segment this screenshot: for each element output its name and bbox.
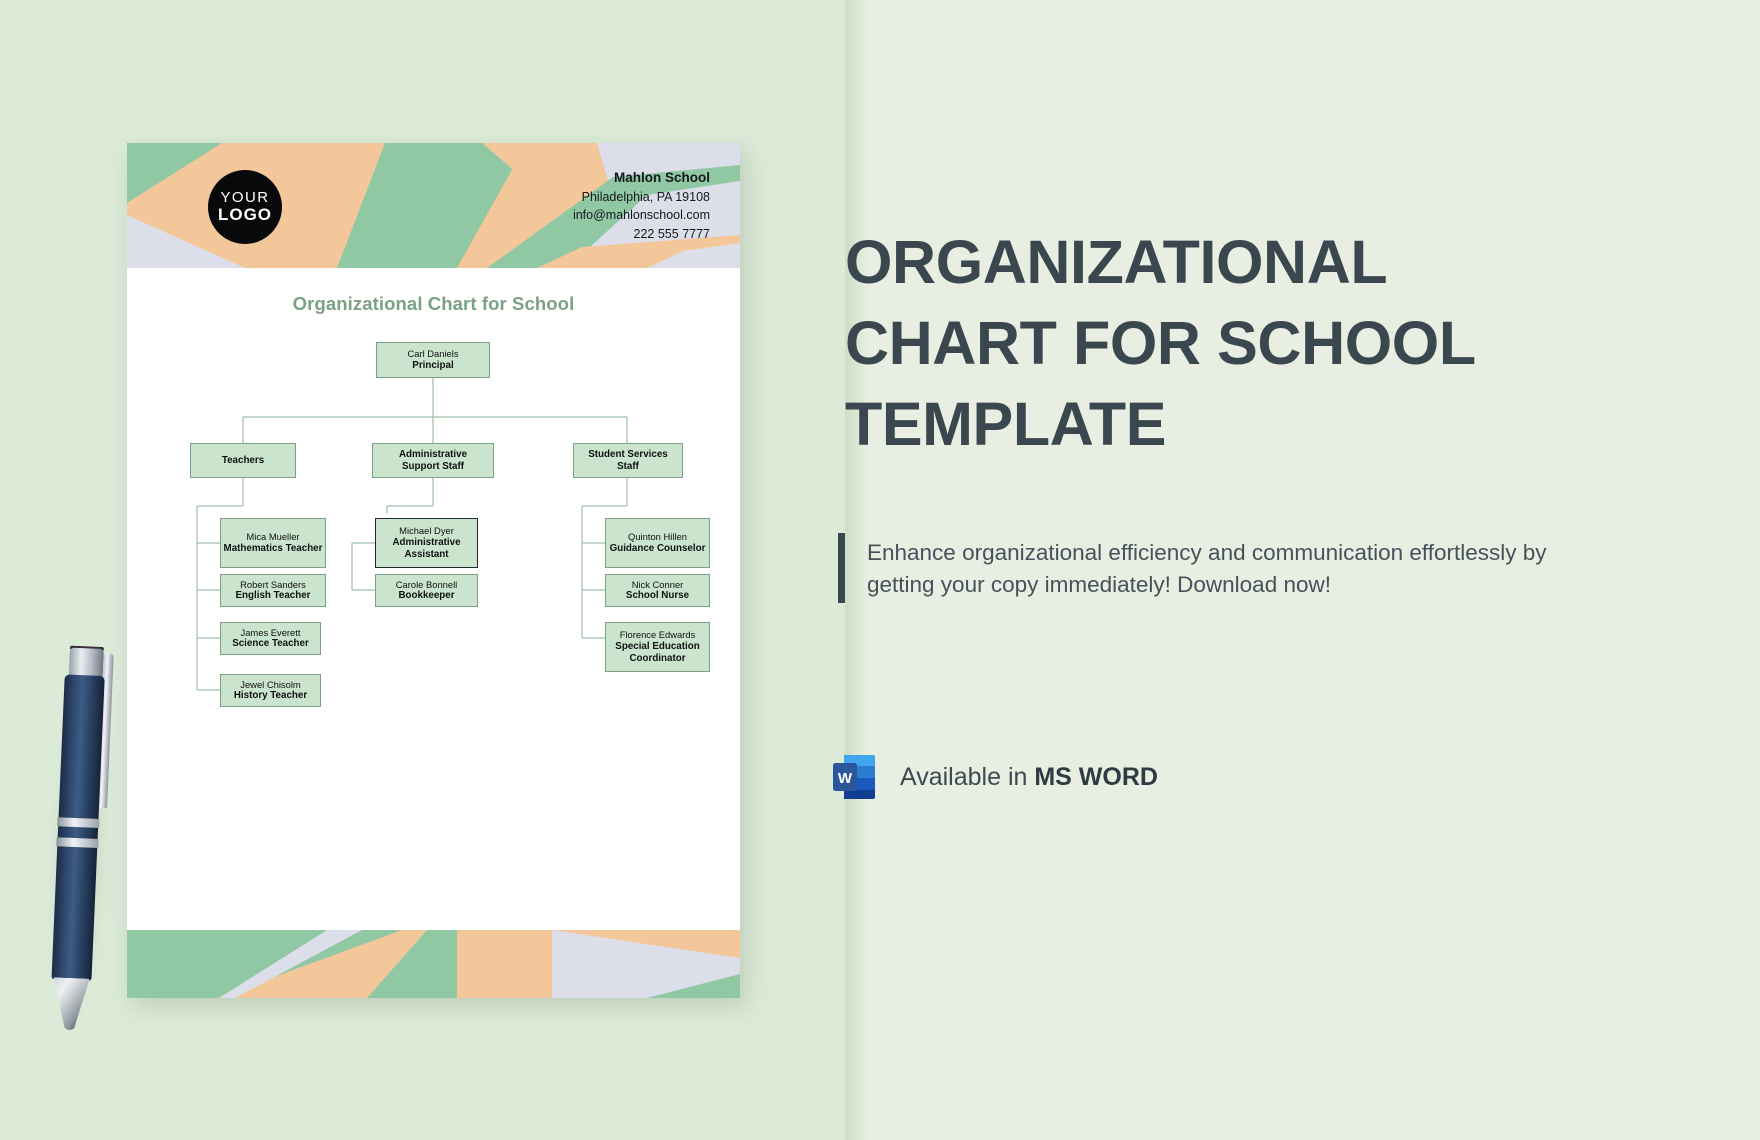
availability-text: Available in MS WORD xyxy=(900,763,1158,792)
school-contact-block: Mahlon School Philadelphia, PA 19108 inf… xyxy=(573,168,710,243)
org-node-role: Mathematics Teacher xyxy=(223,542,323,554)
logo-line-1: YOUR xyxy=(220,189,270,207)
svg-text:W: W xyxy=(838,770,853,787)
org-node-english-teacher[interactable]: Robert Sanders English Teacher xyxy=(220,574,326,607)
org-node-role: Guidance Counselor xyxy=(609,542,706,554)
chart-title: Organizational Chart for School xyxy=(292,293,575,314)
org-node-name: Michael Dyer xyxy=(399,525,454,537)
ms-word-icon: W xyxy=(831,752,878,802)
availability-format: MS WORD xyxy=(1034,762,1158,791)
school-email: info@mahlonschool.com xyxy=(572,208,710,223)
org-node-role: Special Education Coordinator xyxy=(615,640,700,664)
org-node-name: James Everett xyxy=(240,626,301,638)
org-node-role: History Teacher xyxy=(233,690,308,702)
availability-badge: W Available in MS WORD xyxy=(831,752,1158,802)
org-node-name: Carole Bonnell xyxy=(395,578,458,590)
document-preview[interactable]: YOUR LOGO Mahlon School Philadelphia, PA… xyxy=(127,143,740,998)
org-node-admin-assistant[interactable]: Michael Dyer Administrative Assistant xyxy=(375,518,478,568)
headline-line-3: TEMPLATE xyxy=(845,390,1166,459)
org-node-name: Nick Conner xyxy=(631,578,684,590)
showcase-panel: YOUR LOGO Mahlon School Philadelphia, PA… xyxy=(0,0,845,1140)
page-title: ORGANIZATIONAL CHART FOR SCHOOL TEMPLATE xyxy=(845,222,1585,465)
org-node-bookkeeper[interactable]: Carole Bonnell Bookkeeper xyxy=(375,574,478,607)
org-node-role: Science Teacher xyxy=(232,638,309,650)
org-node-name: Robert Sanders xyxy=(240,578,306,590)
org-node-teachers[interactable]: Teachers xyxy=(190,443,296,478)
school-name: Mahlon School xyxy=(614,170,710,185)
document-header-graphic: YOUR LOGO Mahlon School Philadelphia, PA… xyxy=(127,143,740,268)
org-node-math-teacher[interactable]: Mica Mueller Mathematics Teacher xyxy=(220,518,326,568)
org-node-role: School Nurse xyxy=(625,590,690,602)
org-node-role: Bookkeeper xyxy=(398,590,455,602)
school-phone: 222 555 7777 xyxy=(633,226,710,241)
headline-line-1: ORGANIZATIONAL xyxy=(845,228,1388,296)
ms-word-icon-glyph: W xyxy=(833,755,875,799)
org-node-sped-coordinator[interactable]: Florence Edwards Special Education Coord… xyxy=(605,622,710,672)
org-node-role: Teachers xyxy=(221,454,265,466)
org-node-history-teacher[interactable]: Jewel Chisolm History Teacher xyxy=(220,674,321,707)
footer-geometry xyxy=(127,930,740,998)
logo-line-2: LOGO xyxy=(217,204,273,224)
org-node-admin-support[interactable]: Administrative Support Staff xyxy=(372,443,494,478)
tagline-block: Enhance organizational efficiency and co… xyxy=(838,533,1558,603)
headline-line-2: CHART FOR SCHOOL xyxy=(845,309,1476,378)
tagline-text: Enhance organizational efficiency and co… xyxy=(867,540,1547,597)
availability-prefix: Available in xyxy=(900,762,1035,791)
pen-ring-upper xyxy=(57,817,100,829)
org-node-role: English Teacher xyxy=(235,590,311,602)
org-node-role: Student Services Staff xyxy=(588,448,668,472)
document-footer-graphic xyxy=(127,930,740,998)
tagline-accent-bar xyxy=(838,533,845,603)
org-node-name: Mica Mueller xyxy=(246,531,300,543)
pen-prop xyxy=(31,629,119,1032)
org-node-science-teacher[interactable]: James Everett Science Teacher xyxy=(220,622,321,655)
pen-ring-lower xyxy=(56,837,99,849)
org-node-name: Carl Daniels xyxy=(407,348,459,360)
org-node-name: Jewel Chisolm xyxy=(240,678,301,690)
logo-placeholder: YOUR LOGO xyxy=(208,170,282,244)
org-node-guidance-counselor[interactable]: Quinton Hillen Guidance Counselor xyxy=(605,518,710,568)
org-node-principal[interactable]: Carl Daniels Principal xyxy=(376,342,490,378)
org-node-role: Principal xyxy=(412,359,454,371)
org-node-role: Administrative Support Staff xyxy=(398,448,468,472)
school-address: Philadelphia, PA 19108 xyxy=(581,189,710,204)
org-node-school-nurse[interactable]: Nick Conner School Nurse xyxy=(605,574,710,607)
org-node-student-services[interactable]: Student Services Staff xyxy=(573,443,683,478)
org-node-name: Quinton Hillen xyxy=(628,531,687,543)
org-node-role: Administrative Assistant xyxy=(392,536,461,560)
org-chart: Carl Daniels Principal Teachers Administ… xyxy=(127,338,740,758)
org-node-name: Florence Edwards xyxy=(619,629,696,641)
